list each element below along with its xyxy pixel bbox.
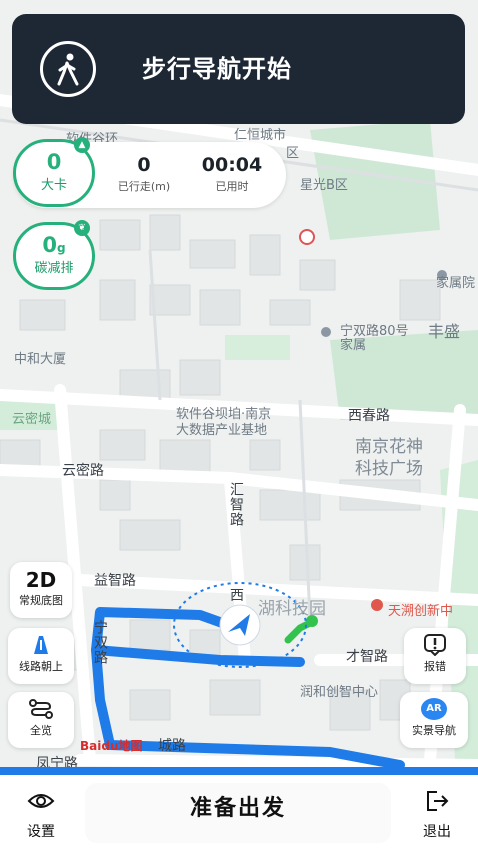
route-up-button[interactable]: 线路朝上 xyxy=(8,628,74,684)
ar-badge-icon: AR xyxy=(421,698,447,720)
report-error-label: 报错 xyxy=(424,660,446,673)
navigation-banner: 步行导航开始 xyxy=(12,14,465,124)
road-label: 宁双路 xyxy=(92,620,108,665)
settings-button[interactable]: 设置 xyxy=(18,789,64,841)
map-label: 湖科技园 xyxy=(258,599,326,619)
banner-title: 步行导航开始 xyxy=(142,55,292,83)
map-label: 区 xyxy=(286,146,300,161)
report-error-icon xyxy=(424,634,446,656)
exit-button[interactable]: 退出 xyxy=(414,789,460,841)
walked-distance-label: 已行走(m) xyxy=(117,180,171,193)
map-mode-value: 2D xyxy=(25,568,57,592)
road-label: 益智路 xyxy=(94,573,136,589)
carbon-unit: g xyxy=(57,241,66,255)
road-label: 城路 xyxy=(158,738,186,754)
road-label: 云密路 xyxy=(62,463,104,479)
road-label: 西春路 xyxy=(348,408,390,424)
settings-label: 设置 xyxy=(27,824,55,840)
map-label: 星光B区 xyxy=(300,178,348,193)
route-up-label: 线路朝上 xyxy=(19,660,63,673)
calories-label: 大卡 xyxy=(40,178,67,193)
route-progress-bar xyxy=(0,767,478,775)
elapsed-time: 00:04 已用时 xyxy=(190,154,274,194)
ar-navigation-button[interactable]: AR 实景导航 xyxy=(400,692,468,748)
leaf-icon: ❦ xyxy=(74,220,90,236)
road-label: 西 xyxy=(230,588,244,604)
exit-label: 退出 xyxy=(423,824,451,840)
walked-distance: 0 已行走(m) xyxy=(106,154,182,194)
map-label: 科技广场 xyxy=(355,459,423,479)
map-label: 南京花神 xyxy=(355,437,423,457)
baidu-logo: Baidu地图 xyxy=(80,739,143,753)
map-label: 大数据产业基地 xyxy=(176,423,268,438)
map-label: 中和大厦 xyxy=(14,352,67,367)
overview-label: 全览 xyxy=(30,724,52,737)
map-label: 润和创智中心 xyxy=(300,685,379,700)
walking-person-icon xyxy=(40,41,96,97)
calories-value: 0 xyxy=(46,150,62,174)
map-label: 仁恒城市 xyxy=(234,128,287,143)
map-label: 家属 xyxy=(340,338,367,353)
carbon-badge[interactable]: ❦ 0g 碳减排 xyxy=(13,220,95,290)
exit-icon xyxy=(427,791,449,811)
carbon-label: 碳减排 xyxy=(34,261,74,276)
road-label: 汇智路 xyxy=(228,482,244,527)
flame-icon: ▲ xyxy=(74,137,90,153)
map-label: 丰盛 xyxy=(428,322,461,341)
map-label: 天溯创新中 xyxy=(388,604,454,619)
calories-badge[interactable]: ▲ 0 大卡 xyxy=(13,137,95,207)
elapsed-time-value: 00:04 xyxy=(201,154,263,176)
elapsed-time-label: 已用时 xyxy=(215,180,249,193)
overview-route-icon xyxy=(29,699,53,719)
map-label: 云密城 xyxy=(12,412,52,427)
ar-navigation-label: 实景导航 xyxy=(412,724,456,737)
settings-eye-icon xyxy=(27,794,55,808)
carbon-value: 0 xyxy=(42,233,58,257)
map-mode-label: 常规底图 xyxy=(19,594,63,607)
map-label: 家属院 xyxy=(436,276,476,291)
bottom-bar: 设置 准备出发 退出 xyxy=(0,767,478,850)
start-button[interactable]: 准备出发 xyxy=(85,783,391,843)
overview-button[interactable]: 全览 xyxy=(8,692,74,748)
road-label: 才智路 xyxy=(346,649,388,665)
report-error-button[interactable]: 报错 xyxy=(404,628,466,684)
route-up-icon xyxy=(34,636,48,654)
walked-distance-value: 0 xyxy=(137,154,151,176)
map-mode-button[interactable]: 2D 常规底图 xyxy=(10,562,72,618)
